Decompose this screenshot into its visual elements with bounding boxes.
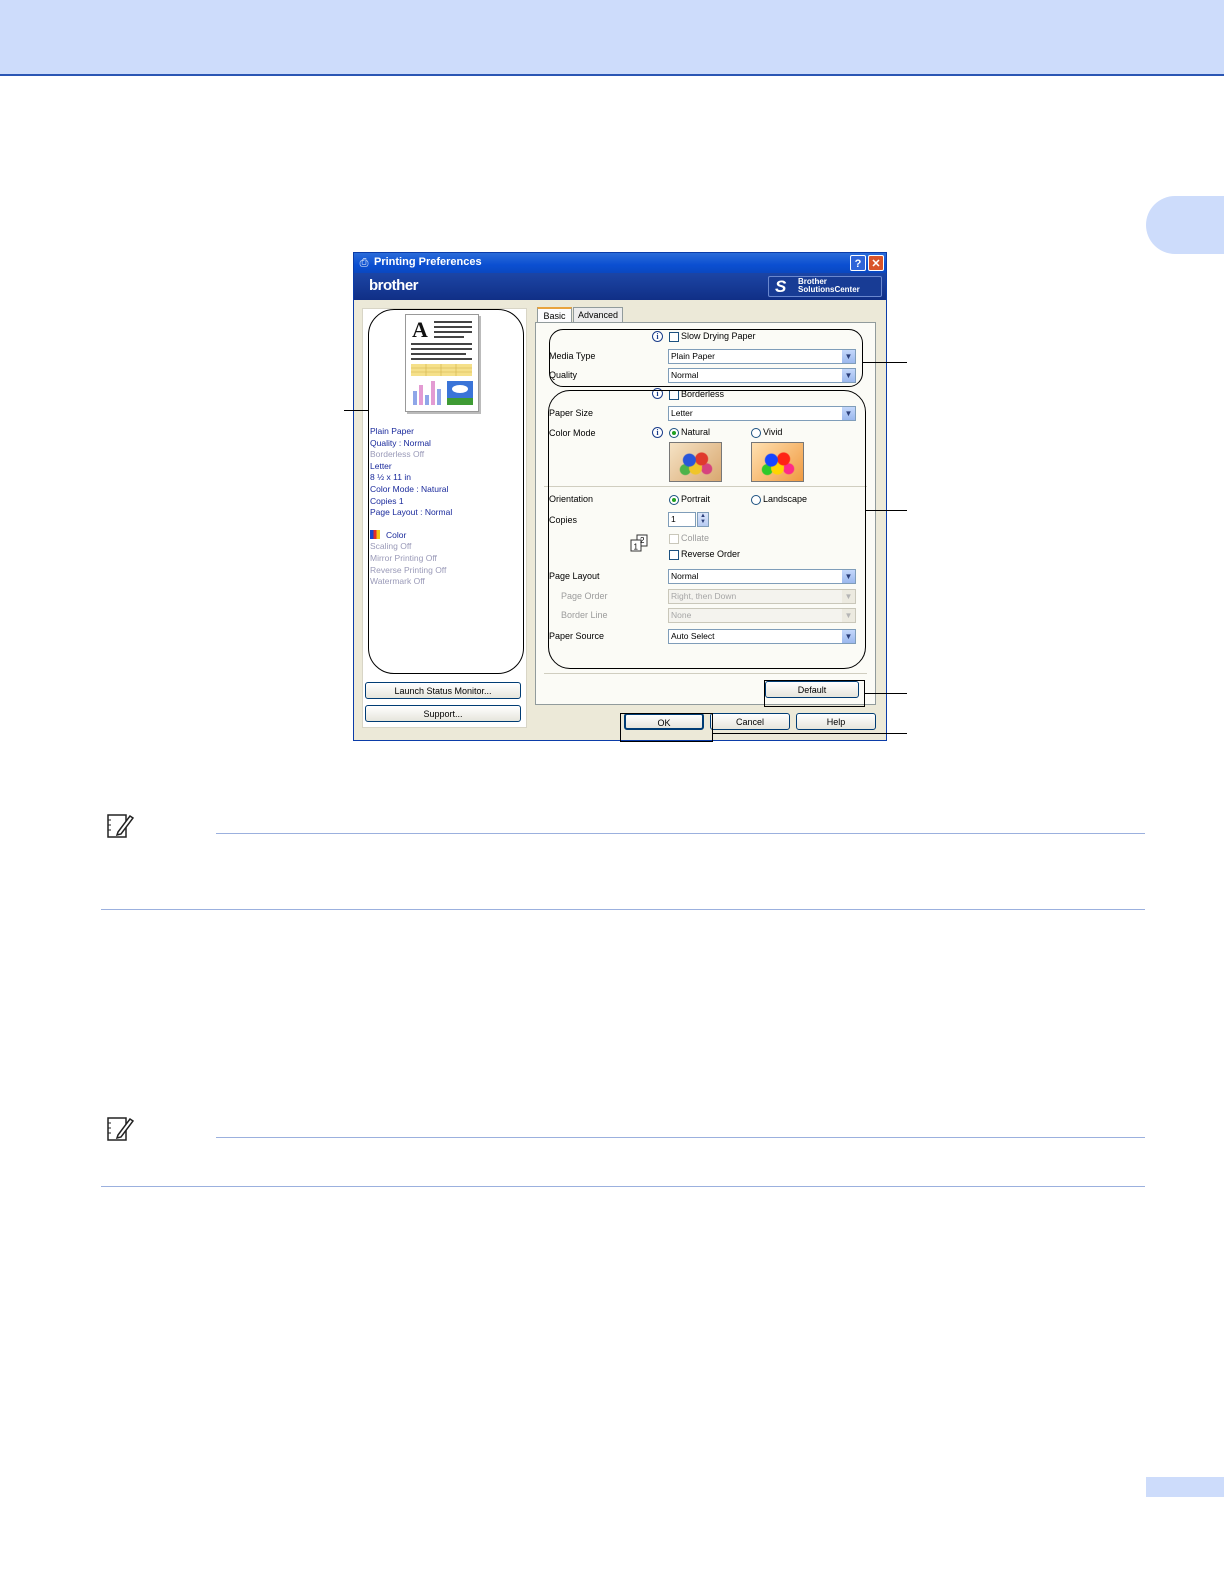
callout-leader — [866, 510, 907, 511]
tab-advanced[interactable]: Advanced — [573, 307, 623, 322]
dialog-title: Printing Preferences — [374, 256, 482, 268]
brother-logo: brother — [369, 277, 419, 294]
help-icon[interactable]: ? — [850, 255, 866, 271]
support-button[interactable]: Support... — [365, 705, 521, 722]
page-number-tab — [1146, 1477, 1224, 1497]
callout-ok — [620, 713, 713, 742]
brand-bar: brother S Brother SolutionsCenter — [354, 273, 886, 300]
help-button[interactable]: Help — [796, 713, 876, 730]
callout-preview — [368, 309, 524, 674]
callout-default — [764, 680, 865, 707]
tab-basic[interactable]: Basic — [537, 307, 572, 322]
title-bar[interactable]: ⎙ Printing Preferences ? ✕ — [354, 253, 886, 273]
callout-leader — [863, 362, 907, 363]
solutions-center-line2: SolutionsCenter — [798, 285, 860, 294]
callout-settings — [548, 390, 866, 669]
solutions-center-icon: S — [775, 277, 787, 296]
cancel-button[interactable]: Cancel — [710, 713, 790, 730]
callout-leader — [713, 733, 907, 734]
page-header-band — [0, 0, 1224, 76]
note-bottom-rule — [101, 909, 1145, 910]
callout-leader — [865, 693, 907, 694]
note-icon-graphic — [107, 814, 135, 838]
callout-leader — [344, 410, 368, 411]
note-icon — [106, 812, 135, 840]
note-top-rule — [216, 833, 1145, 834]
close-icon[interactable]: ✕ — [868, 255, 884, 271]
note-icon — [106, 1115, 135, 1143]
note-bottom-rule — [101, 1186, 1145, 1187]
callout-media — [549, 329, 863, 387]
solutions-center-button[interactable]: S Brother SolutionsCenter — [768, 276, 882, 297]
printer-icon: ⎙ — [359, 257, 369, 269]
bottom-divider — [544, 673, 867, 674]
chapter-tab — [1146, 196, 1224, 254]
launch-status-monitor-button[interactable]: Launch Status Monitor... — [365, 682, 521, 699]
note-top-rule — [216, 1137, 1145, 1138]
note-icon-graphic — [107, 1117, 135, 1141]
